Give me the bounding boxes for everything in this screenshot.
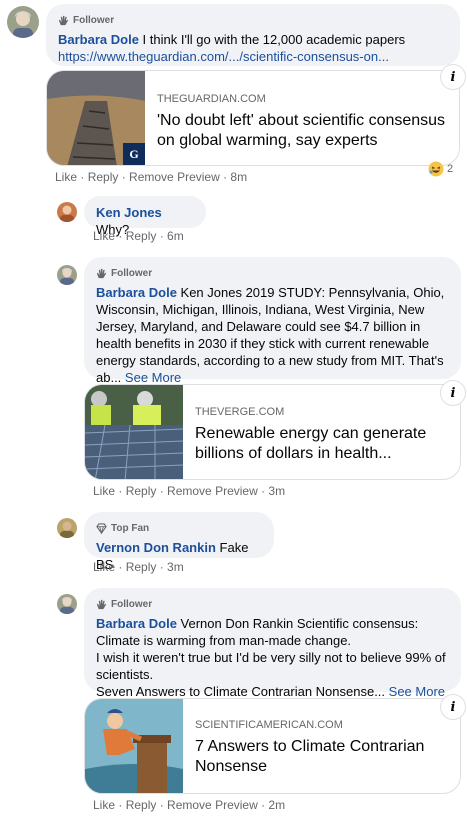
comment-2: Ken Jones Why? Like · Reply · 6m (0, 190, 467, 250)
like-button[interactable]: Like (93, 229, 115, 243)
timestamp[interactable]: 6m (167, 229, 184, 243)
like-button[interactable]: Like (93, 484, 115, 498)
preview-domain: THEVERGE.COM (195, 406, 285, 418)
comment-actions: Like · Reply · 6m (93, 229, 184, 243)
like-button[interactable]: Like (93, 560, 115, 574)
link-preview-card[interactable]: G THEGUARDIAN.COM 'No doubt left' about … (46, 70, 460, 166)
svg-text:G: G (129, 147, 138, 161)
comment-bubble: Follower Barbara Dole I think I'll go wi… (46, 4, 460, 66)
comment-actions: Like · Reply · Remove Preview · 2m (93, 798, 286, 812)
comment-author[interactable]: Vernon Don Rankin (96, 540, 216, 555)
waving-hand-icon (58, 15, 69, 26)
preview-headline[interactable]: 'No doubt left' about scientific consens… (157, 111, 453, 151)
comment-bubble: Follower Barbara Dole Ken Jones 2019 STU… (84, 257, 461, 385)
avatar[interactable] (57, 518, 77, 538)
comment-actions: Like · Reply · Remove Preview · 3m (93, 484, 286, 498)
info-icon[interactable]: i (440, 380, 466, 406)
timestamp[interactable]: 3m (268, 484, 285, 498)
follower-badge: Follower (58, 12, 448, 29)
preview-thumbnail (85, 699, 183, 793)
comment-3: Follower Barbara Dole Ken Jones 2019 STU… (0, 255, 467, 505)
comment-author[interactable]: Barbara Dole (96, 285, 177, 300)
comment-author[interactable]: Barbara Dole (96, 616, 177, 631)
top-fan-badge: Top Fan (96, 520, 262, 537)
avatar[interactable] (57, 202, 77, 222)
timestamp[interactable]: 2m (268, 798, 285, 812)
follower-badge: Follower (96, 265, 449, 282)
link-preview-card[interactable]: SCIENTIFICAMERICAN.COM 7 Answers to Clim… (84, 698, 461, 794)
comment-bubble: Top Fan Vernon Don Rankin Fake BS (84, 512, 274, 572)
waving-hand-icon (96, 599, 107, 610)
comment-4: Top Fan Vernon Don Rankin Fake BS Like ·… (0, 510, 467, 585)
comment-bubble: Follower Barbara Dole Vernon Don Rankin … (84, 588, 461, 699)
link-preview-card[interactable]: THEVERGE.COM Renewable energy can genera… (84, 384, 461, 480)
remove-preview-button[interactable]: Remove Preview (167, 798, 258, 812)
reply-button[interactable]: Reply (88, 170, 119, 184)
remove-preview-button[interactable]: Remove Preview (167, 484, 258, 498)
preview-domain: THEGUARDIAN.COM (157, 93, 266, 105)
comment-text-line-2: I wish it weren't true but I'd be very s… (96, 650, 446, 682)
comment-actions: Like · Reply · Remove Preview · 8m (55, 170, 248, 184)
reply-button[interactable]: Reply (126, 229, 157, 243)
comment-author[interactable]: Barbara Dole (58, 32, 139, 47)
info-icon[interactable]: i (440, 64, 466, 90)
preview-thumbnail: G (47, 71, 145, 165)
reaction-count: 2 (447, 163, 454, 175)
preview-headline[interactable]: Renewable energy can generate billions o… (195, 424, 455, 464)
reaction-summary[interactable]: 2 (428, 161, 453, 177)
comment-text: I think I'll go with the 12,000 academic… (138, 32, 406, 47)
comment-bubble: Ken Jones Why? (84, 196, 206, 237)
follower-badge: Follower (96, 596, 449, 613)
diamond-icon (96, 523, 107, 534)
reply-button[interactable]: Reply (126, 560, 157, 574)
waving-hand-icon (96, 268, 107, 279)
laughing-emoji-icon (428, 161, 444, 177)
info-icon[interactable]: i (440, 694, 466, 720)
comment-link[interactable]: https://www.theguardian.com/.../scientif… (58, 48, 448, 65)
see-more-link[interactable]: See More (389, 684, 445, 699)
timestamp[interactable]: 3m (167, 560, 184, 574)
comment-author[interactable]: Ken Jones (96, 205, 162, 220)
avatar[interactable] (7, 6, 39, 38)
reply-button[interactable]: Reply (126, 484, 157, 498)
timestamp[interactable]: 8m (230, 170, 247, 184)
see-more-link[interactable]: See More (125, 370, 181, 385)
preview-headline[interactable]: 7 Answers to Climate Contrarian Nonsense (195, 737, 455, 777)
comment-actions: Like · Reply · 3m (93, 560, 184, 574)
avatar[interactable] (57, 265, 77, 285)
comment-1: Follower Barbara Dole I think I'll go wi… (0, 0, 467, 190)
remove-preview-button[interactable]: Remove Preview (129, 170, 220, 184)
comment-5: Follower Barbara Dole Vernon Don Rankin … (0, 588, 467, 820)
comment-text-line-3: Seven Answers to Climate Contrarian Nons… (96, 684, 386, 699)
reply-button[interactable]: Reply (126, 798, 157, 812)
like-button[interactable]: Like (93, 798, 115, 812)
preview-domain: SCIENTIFICAMERICAN.COM (195, 719, 343, 731)
avatar[interactable] (57, 594, 77, 614)
preview-thumbnail (85, 385, 183, 479)
like-button[interactable]: Like (55, 170, 77, 184)
